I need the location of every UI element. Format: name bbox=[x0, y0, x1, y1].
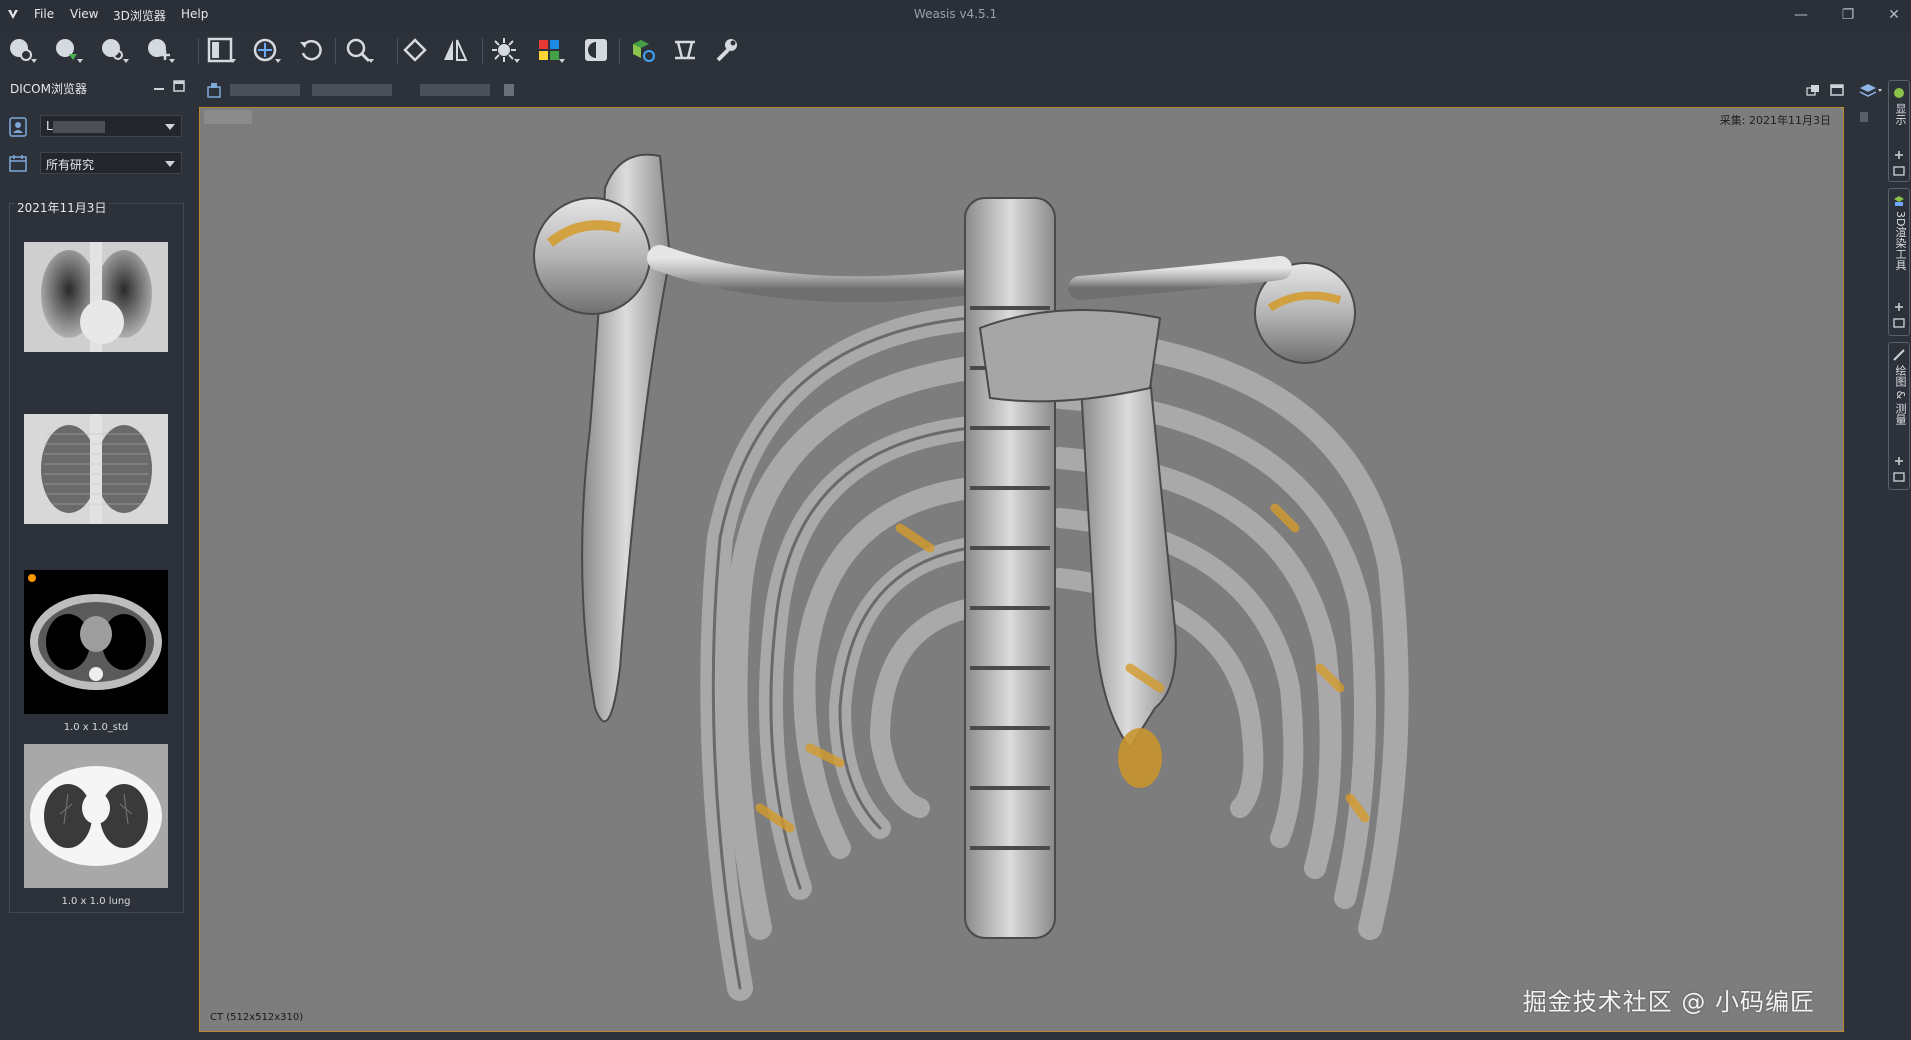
toolbar-separator bbox=[335, 38, 336, 64]
viewer-tab-strip bbox=[196, 80, 1856, 102]
toolbar-separator bbox=[482, 38, 483, 64]
restore-button[interactable]: ❐ bbox=[1833, 4, 1863, 26]
window-icon bbox=[1893, 318, 1905, 328]
chevron-down-icon bbox=[165, 161, 175, 167]
calendar-icon bbox=[9, 155, 27, 172]
invert-icon bbox=[585, 39, 607, 61]
thumbnail-label-series-4: 1.0 x 1.0 lung bbox=[61, 896, 131, 907]
chevron-down-icon bbox=[165, 124, 175, 130]
crop-box-button[interactable] bbox=[668, 34, 702, 66]
dicom-browser-title: DICOM浏览器 bbox=[10, 82, 87, 96]
redacted-patient-name bbox=[53, 121, 105, 133]
import-dicom-button[interactable] bbox=[4, 34, 38, 66]
dock-tab-display[interactable]: 显示 bbox=[1888, 80, 1910, 182]
pin-icon bbox=[1895, 303, 1903, 311]
thumbnail-series-1[interactable] bbox=[24, 242, 168, 352]
redacted-tab-text bbox=[504, 84, 514, 96]
volume-3d-button[interactable] bbox=[626, 34, 660, 66]
dock-tab-draw-measure[interactable]: 绘图 & 测量 bbox=[1888, 342, 1910, 490]
patient-select[interactable]: L bbox=[40, 115, 182, 137]
watermark-text: 掘金技术社区 @ 小码编匠 bbox=[1522, 988, 1815, 1016]
layers-icon[interactable] bbox=[1858, 82, 1882, 98]
dock-tab-3d-render-tools-label: 3D渲染工具 bbox=[1894, 211, 1907, 271]
invert-button[interactable] bbox=[579, 34, 613, 66]
color-lut-button[interactable] bbox=[532, 34, 566, 66]
series-info-label: CT (512x512x310) bbox=[210, 1012, 304, 1023]
detach-view-icon[interactable] bbox=[1806, 84, 1820, 96]
window-icon bbox=[1893, 166, 1905, 176]
thumbnail-series-4[interactable] bbox=[24, 744, 168, 888]
crop-box-icon bbox=[675, 40, 695, 60]
minimize-button[interactable]: — bbox=[1786, 4, 1816, 26]
ct-lung-thumbnail bbox=[24, 744, 168, 888]
sync-views-button[interactable] bbox=[248, 34, 282, 66]
patient-icon bbox=[9, 117, 27, 137]
search-dicom-button[interactable] bbox=[96, 34, 130, 66]
window-title: Weasis v4.5.1 bbox=[913, 7, 998, 21]
chest-scout-thumbnail bbox=[24, 414, 168, 524]
study-filter-value: 所有研究 bbox=[46, 158, 95, 172]
flip-icon bbox=[444, 39, 468, 61]
window-icon bbox=[1893, 472, 1905, 482]
series-tab-icon[interactable] bbox=[206, 82, 222, 98]
pin-icon bbox=[1895, 457, 1903, 465]
pin-icon bbox=[1895, 151, 1903, 159]
chest-xray-thumbnail bbox=[24, 242, 168, 352]
dock-tab-3d-render-tools[interactable]: 3D渲染工具 bbox=[1888, 188, 1910, 336]
redacted-tab-text bbox=[312, 84, 392, 96]
toolbar-separator bbox=[619, 38, 620, 64]
maximize-panel-icon[interactable] bbox=[172, 80, 186, 92]
layout-button[interactable] bbox=[203, 34, 237, 66]
dock-tab-draw-measure-label: 绘图 & 测量 bbox=[1894, 365, 1907, 425]
undo-icon bbox=[300, 39, 322, 61]
ruler-icon bbox=[1893, 349, 1905, 361]
export-dicom-button[interactable] bbox=[50, 34, 84, 66]
patient-select-value: L bbox=[46, 119, 53, 133]
thumbnail-series-2[interactable] bbox=[24, 414, 168, 524]
redacted-tab-text bbox=[230, 84, 300, 96]
ct-mediastinum-thumbnail bbox=[24, 570, 168, 714]
toolbar-separator bbox=[198, 38, 199, 64]
display-icon bbox=[1894, 88, 1904, 98]
minimize-panel-icon[interactable] bbox=[152, 80, 166, 92]
study-filter-select[interactable]: 所有研究 bbox=[40, 152, 182, 174]
zoom-button[interactable] bbox=[341, 34, 375, 66]
3d-tools-icon bbox=[1894, 196, 1904, 206]
rotate-icon bbox=[403, 38, 427, 62]
undo-button[interactable] bbox=[294, 34, 328, 66]
ribcage-3d-rendering bbox=[533, 153, 1409, 1001]
maximize-view-icon[interactable] bbox=[1830, 84, 1844, 96]
scroll-handle[interactable] bbox=[1860, 112, 1868, 122]
window-level-button[interactable] bbox=[487, 34, 521, 66]
wrench-icon bbox=[716, 39, 737, 62]
study-date: 2021年11月3日 bbox=[14, 199, 110, 216]
redacted-tab-text bbox=[420, 84, 490, 96]
rotate-button[interactable] bbox=[398, 34, 432, 66]
thumbnail-label-series-3: 1.0 x 1.0_std bbox=[63, 722, 129, 733]
flip-button[interactable] bbox=[438, 34, 472, 66]
3d-volume-viewport[interactable]: 采集: 2021年11月3日 CT (512x512x310) 掘金技术社区 @… bbox=[199, 107, 1844, 1032]
toolbar bbox=[0, 30, 1911, 70]
thumbnail-series-3[interactable] bbox=[24, 570, 168, 714]
add-dicom-button[interactable] bbox=[142, 34, 176, 66]
settings-button[interactable] bbox=[709, 34, 743, 66]
dock-tab-display-label: 显示 bbox=[1894, 103, 1907, 125]
close-button[interactable]: ✕ bbox=[1879, 4, 1909, 26]
volume-3d-icon bbox=[633, 40, 655, 62]
